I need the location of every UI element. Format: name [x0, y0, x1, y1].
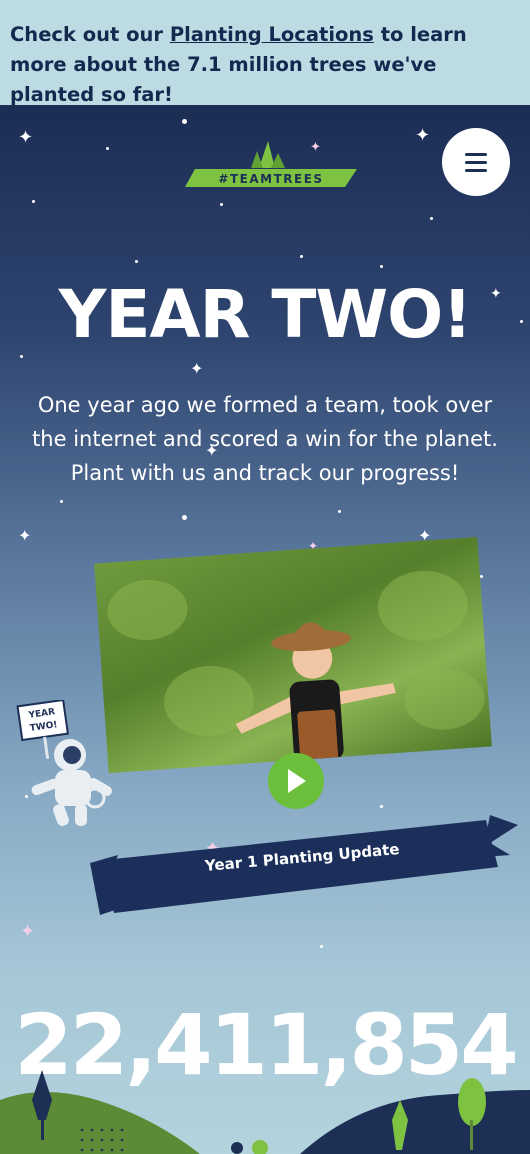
sparkle-icon: ✦ [18, 526, 32, 545]
star-decoration [480, 575, 483, 578]
person-illustration [235, 622, 396, 770]
star-decoration [338, 510, 341, 513]
hero-headline: YEAR TWO! [58, 276, 473, 353]
star-decoration [300, 255, 303, 258]
video-thumbnail[interactable] [94, 536, 492, 774]
hero-intro-text: One year ago we formed a team, took over… [32, 393, 498, 485]
star-decoration [182, 119, 187, 124]
sparkle-icon: ✦ [415, 125, 431, 146]
star-decoration [106, 147, 109, 150]
video-ribbon [90, 815, 518, 915]
star-decoration [380, 805, 383, 808]
planting-locations-link[interactable]: Planting Locations [170, 23, 374, 46]
star-decoration [320, 945, 323, 948]
top-banner: Check out our Planting Locations to lear… [0, 0, 530, 106]
star-decoration [135, 260, 138, 263]
teamtrees-logo[interactable]: #TEAMTREES [175, 135, 357, 191]
sparkle-icon: ✦ [20, 921, 36, 942]
star-decoration [220, 203, 223, 206]
star-decoration [60, 500, 63, 503]
banner-prefix: Check out our [10, 23, 170, 46]
sparkle-icon: ✦ [190, 359, 204, 378]
star-decoration [32, 200, 35, 203]
star-decoration [380, 265, 383, 268]
hamburger-menu-icon [465, 169, 487, 172]
play-button[interactable] [268, 753, 324, 809]
hero-section: ✦ ✦ ✦ ✦ ✦ ✦ ✦ ✦ ✦ ✦ ✦ #TEAMTREES YEAR TW… [0, 105, 530, 1154]
star-decoration [430, 217, 433, 220]
hamburger-menu-icon [465, 153, 487, 156]
logo-text: #TEAMTREES [218, 172, 323, 186]
sparkle-icon: ✦ [18, 127, 34, 148]
play-icon [288, 769, 306, 793]
landscape-illustration [0, 1070, 530, 1154]
astronaut-illustration: YEAR TWO! [16, 700, 112, 826]
menu-button[interactable] [442, 128, 510, 196]
hamburger-menu-icon [465, 161, 487, 164]
star-decoration [182, 515, 187, 520]
